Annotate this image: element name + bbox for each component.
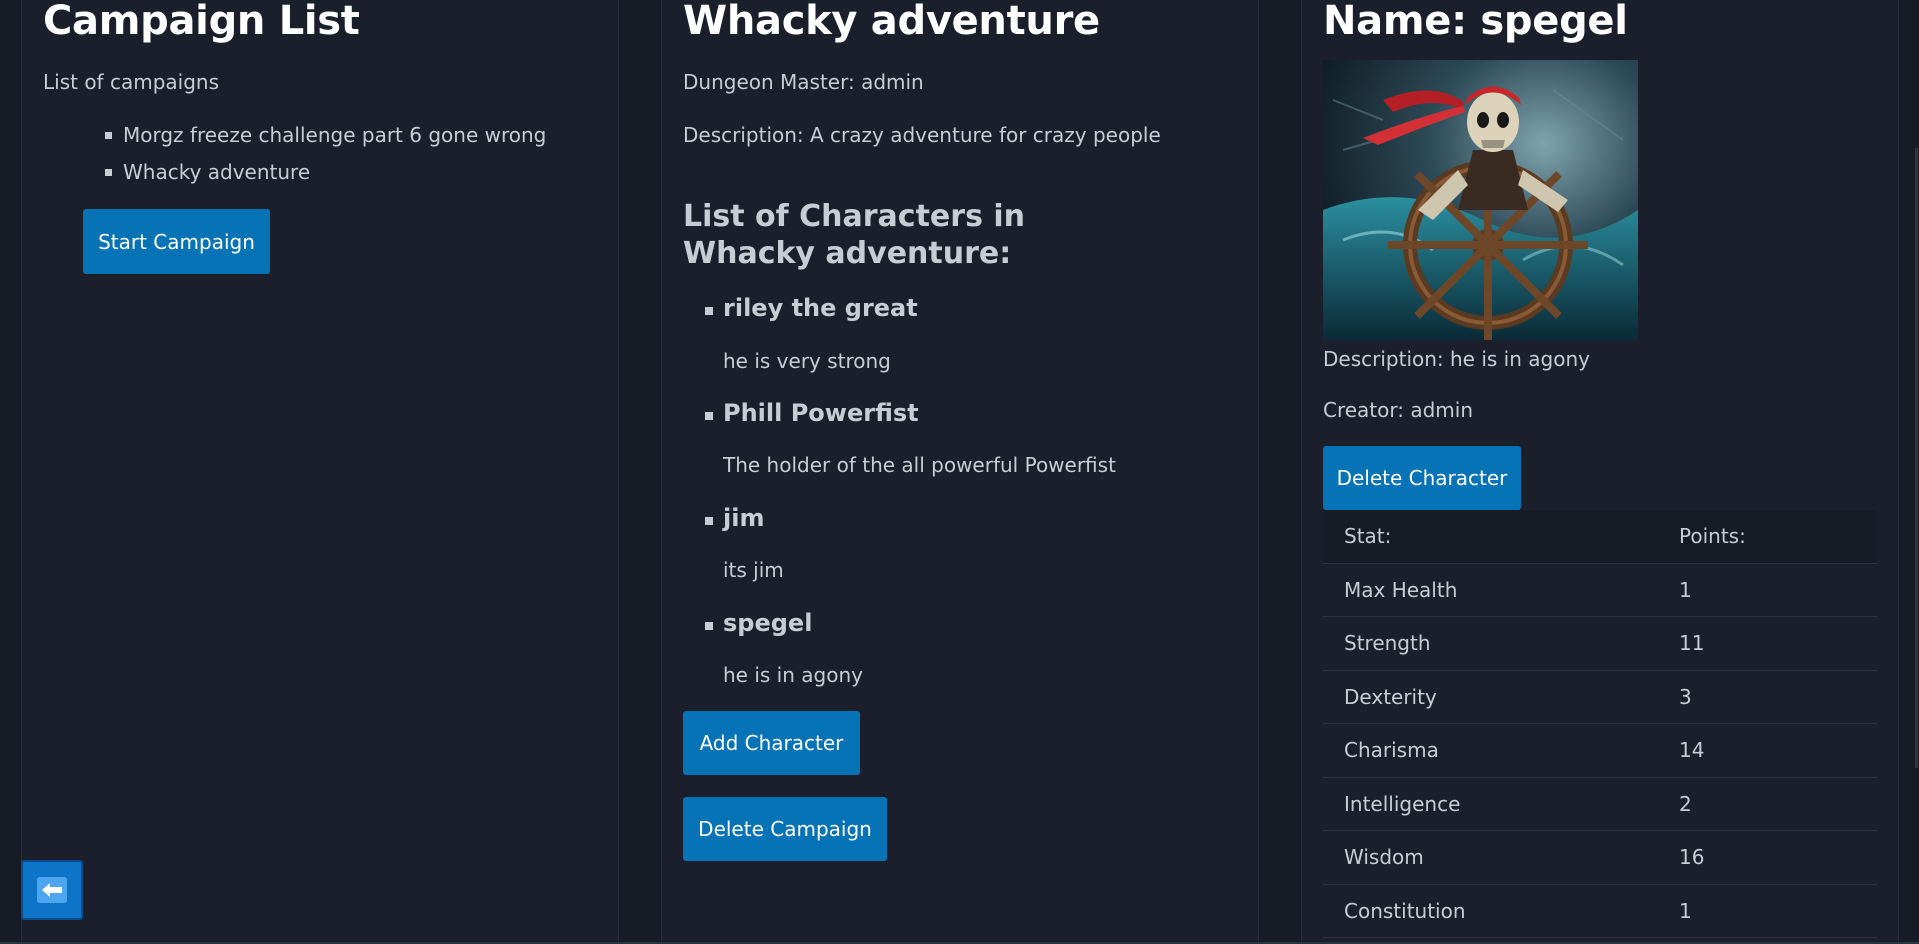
stat-name: Strength bbox=[1344, 631, 1431, 655]
table-row: Dexterity 3 bbox=[1323, 671, 1877, 724]
campaign-description: Description: A crazy adventure for crazy… bbox=[683, 123, 1161, 147]
table-row: Charisma 14 bbox=[1323, 724, 1877, 778]
stat-points: 3 bbox=[1679, 684, 1692, 709]
stat-name: Wisdom bbox=[1344, 845, 1424, 869]
page: Campaign List List of campaigns Morgz fr… bbox=[0, 0, 1919, 944]
table-row: Constitution 1 bbox=[1323, 885, 1877, 938]
stat-header: Stat: bbox=[1344, 524, 1392, 548]
character-portrait bbox=[1323, 60, 1638, 340]
stat-name: Constitution bbox=[1344, 898, 1466, 923]
character-description: Description: he is in agony bbox=[1323, 347, 1590, 371]
list-bullet bbox=[705, 517, 713, 525]
stat-name: Dexterity bbox=[1344, 684, 1437, 709]
character-name[interactable]: Phill Powerfist bbox=[723, 398, 919, 428]
stat-name: Charisma bbox=[1344, 738, 1439, 762]
table-row: Strength 11 bbox=[1323, 617, 1877, 671]
list-bullet bbox=[705, 622, 713, 630]
points-header: Points: bbox=[1679, 524, 1746, 548]
campaign-item-1[interactable]: Morgz freeze challenge part 6 gone wrong bbox=[123, 122, 546, 148]
stats-header-row: Stat: Points: bbox=[1323, 510, 1877, 564]
character-description: The holder of the all powerful Powerfist bbox=[723, 453, 1116, 477]
stat-name: Max Health bbox=[1344, 577, 1458, 602]
start-campaign-button[interactable]: Start Campaign bbox=[83, 209, 270, 274]
list-bullet bbox=[705, 307, 713, 315]
campaign-list-title: Campaign List bbox=[43, 0, 360, 44]
table-row: Intelligence 2 bbox=[1323, 778, 1877, 831]
stat-points: 16 bbox=[1679, 845, 1705, 869]
character-name[interactable]: jim bbox=[723, 503, 764, 533]
list-bullet bbox=[105, 169, 112, 176]
campaign-item-2[interactable]: Whacky adventure bbox=[123, 159, 310, 185]
delete-campaign-button[interactable]: Delete Campaign bbox=[683, 797, 887, 861]
delete-character-button[interactable]: Delete Character bbox=[1323, 446, 1521, 510]
campaign-list-subtitle: List of campaigns bbox=[43, 70, 219, 94]
character-name[interactable]: spegel bbox=[723, 608, 812, 638]
back-arrow-icon bbox=[37, 877, 67, 903]
stat-points: 2 bbox=[1679, 791, 1692, 816]
list-bullet bbox=[105, 132, 112, 139]
add-character-button[interactable]: Add Character bbox=[683, 711, 860, 775]
character-description: he is in agony bbox=[723, 663, 863, 687]
table-row: Max Health 1 bbox=[1323, 564, 1877, 617]
characters-heading: List of Characters in Whacky adventure: bbox=[683, 199, 1026, 271]
stat-points: 1 bbox=[1679, 898, 1692, 923]
dungeon-master: Dungeon Master: admin bbox=[683, 70, 924, 94]
campaign-title: Whacky adventure bbox=[683, 0, 1100, 44]
stat-points: 14 bbox=[1679, 738, 1705, 762]
character-name[interactable]: riley the great bbox=[723, 293, 918, 323]
character-description: he is very strong bbox=[723, 349, 891, 373]
pirate-skeleton-portrait-icon bbox=[1323, 60, 1638, 340]
table-row: Wisdom 16 bbox=[1323, 831, 1877, 885]
stat-points: 11 bbox=[1679, 631, 1705, 655]
list-bullet bbox=[705, 412, 713, 420]
character-creator: Creator: admin bbox=[1323, 398, 1474, 422]
stats-table: Stat: Points: Max Health 1 Strength 11 D… bbox=[1323, 510, 1877, 938]
character-description: its jim bbox=[723, 558, 784, 582]
stat-points: 1 bbox=[1679, 577, 1692, 602]
back-button[interactable] bbox=[21, 860, 83, 920]
character-title: Name: spegel bbox=[1323, 0, 1628, 44]
stat-name: Intelligence bbox=[1344, 791, 1461, 816]
scrollbar[interactable] bbox=[1915, 148, 1918, 768]
